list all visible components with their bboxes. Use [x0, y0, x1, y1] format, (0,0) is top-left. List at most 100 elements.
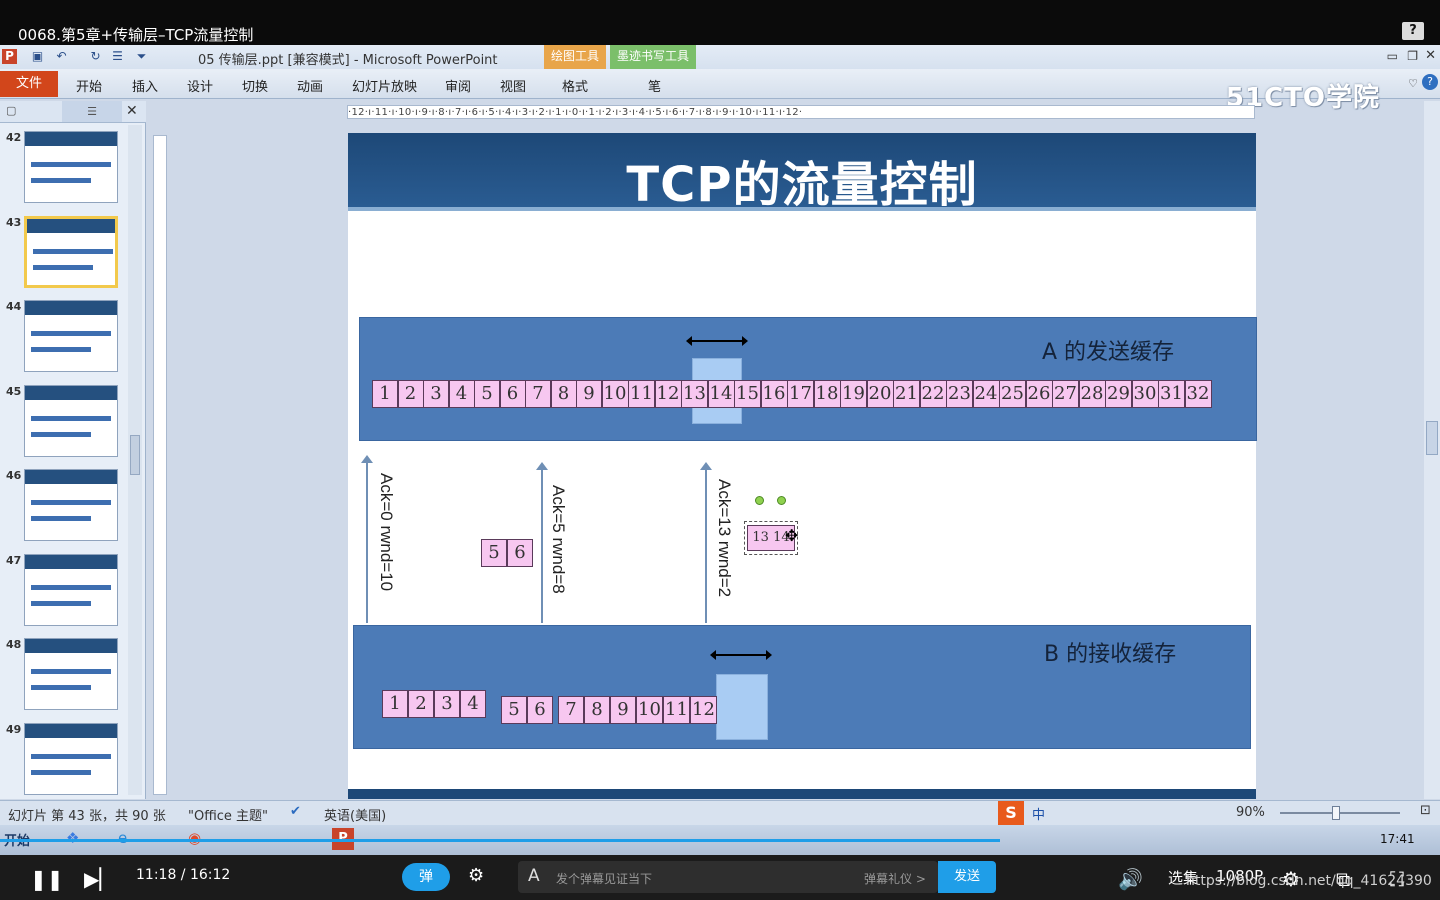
scrollbar-thumb[interactable]: [1426, 421, 1438, 455]
tab-home[interactable]: 开始: [76, 76, 102, 95]
thumbnail-content: [31, 669, 111, 674]
outline-tab-icon[interactable]: ☰: [62, 101, 122, 122]
restore-icon[interactable]: ❐: [1407, 49, 1418, 63]
danmu-toggle[interactable]: 弹: [402, 863, 450, 891]
close-icon[interactable]: ✕: [1425, 48, 1436, 63]
file-tab[interactable]: 文件: [0, 71, 58, 97]
ack-arrow-1: [361, 455, 373, 623]
vertical-scrollbar[interactable]: [1424, 101, 1440, 799]
fit-slide-icon[interactable]: ⊡: [1420, 803, 1431, 818]
slides-tab-icon[interactable]: ▢: [6, 104, 16, 117]
thumbnail-header: [25, 723, 117, 738]
receiver-buffer-panel: B 的接收缓存 1 2 3 4 5 6 7 8 9 10 11 12: [353, 625, 1251, 749]
slide-thumbnail[interactable]: [24, 131, 118, 203]
slide-thumbnail[interactable]: [24, 638, 118, 710]
zoom-slider-thumb[interactable]: [1332, 806, 1340, 820]
buffer-cell: 9: [610, 696, 636, 724]
ack-arrow-3: [700, 462, 712, 623]
selected-shape[interactable]: 13 14 ✥: [744, 496, 799, 555]
buffer-cell: 3: [423, 380, 449, 408]
minimize-icon[interactable]: ▭: [1387, 49, 1398, 63]
chinese-mode-icon[interactable]: 中: [1032, 804, 1045, 823]
buffer-cell: 22: [919, 380, 947, 408]
thumbnail-number: 45: [6, 384, 22, 398]
close-panel-icon[interactable]: ✕: [126, 103, 138, 119]
thumbnail-header: [27, 218, 115, 233]
scrollbar-thumb[interactable]: [130, 435, 140, 475]
tab-transitions[interactable]: 切换: [242, 76, 268, 95]
input-method-icon[interactable]: S: [998, 801, 1024, 825]
buffer-cell: 25: [999, 380, 1026, 408]
undo-icon[interactable]: ↶: [54, 49, 69, 64]
save-icon[interactable]: ▣: [30, 49, 45, 64]
slide-thumbnail[interactable]: [24, 553, 118, 626]
move-cursor-icon: ✥: [785, 526, 799, 545]
slide-thumbnail[interactable]: [24, 215, 118, 288]
tab-review[interactable]: 审阅: [445, 76, 471, 95]
zoom-slider[interactable]: [1280, 806, 1400, 820]
vertical-ruler: [153, 135, 167, 795]
tab-design[interactable]: 设计: [187, 76, 213, 95]
chrome-icon[interactable]: ◉: [188, 829, 201, 847]
thumbnail-header: [25, 470, 117, 484]
next-icon[interactable]: ▶▏: [84, 867, 115, 891]
danmu-input[interactable]: A 发个弹幕见证当下 弹幕礼仪 >: [518, 861, 938, 893]
thumbnail-scrollbar[interactable]: [128, 125, 142, 795]
redo-icon[interactable]: ↻: [88, 49, 103, 64]
powerpoint-window: P ▣ ↶ ↻ ☰ ⏷ 05 传输层.ppt [兼容模式] - Microsof…: [0, 45, 1440, 855]
buffer-cell: 20: [866, 380, 894, 408]
tab-format[interactable]: 格式: [562, 76, 588, 95]
spellcheck-icon[interactable]: ✔: [290, 804, 301, 819]
buffer-cell: 12: [654, 380, 682, 408]
quick-access-toolbar: P ▣ ↶ ↻ ☰ ⏷ 05 传输层.ppt [兼容模式] - Microsof…: [0, 45, 1440, 69]
powerpoint-app-icon[interactable]: P: [2, 49, 17, 64]
slide-thumbnail[interactable]: [24, 384, 118, 457]
tab-view[interactable]: 视图: [500, 76, 526, 95]
rotate-handle-icon[interactable]: [755, 496, 764, 505]
document-title: 05 传输层.ppt [兼容模式] - Microsoft PowerPoint: [198, 53, 498, 68]
tab-pen[interactable]: 笔: [648, 76, 661, 95]
slide-thumbnail[interactable]: [24, 300, 118, 372]
tab-insert[interactable]: 插入: [132, 76, 158, 95]
thumbnail-content: [31, 584, 111, 590]
panel-header: ▢ ☰ ✕: [0, 101, 146, 123]
slide-thumbnail[interactable]: [24, 469, 118, 541]
theme-name: "Office 主题": [188, 809, 269, 824]
zoom-level[interactable]: 90%: [1236, 805, 1265, 820]
slide-header: TCP的流量控制: [348, 133, 1256, 213]
customize-toolbar-icon[interactable]: ⏷: [134, 49, 149, 64]
buffer-cell: 4: [448, 380, 475, 408]
sender-buffer-panel: A 的发送缓存 1 2 3 4 5 6 7 8 9 10 11 12 13 14 15 16 17 18 19 20 2…: [359, 317, 1257, 441]
buffer-cell: 8: [550, 380, 577, 408]
app-icon[interactable]: ❖: [66, 829, 79, 847]
drawing-tools-tab[interactable]: 绘图工具: [544, 45, 606, 69]
danmu-etiquette-link[interactable]: 弹幕礼仪 >: [864, 870, 926, 887]
slide-canvas[interactable]: TCP的流量控制 A 的发送缓存 1 2 3 4 5 6 7 8 9 10 11 12 13 14 15 16…: [348, 133, 1257, 799]
buffer-cell: 21: [893, 380, 920, 408]
danmu-settings-icon[interactable]: ⚙: [468, 865, 484, 886]
tab-animations[interactable]: 动画: [297, 76, 323, 95]
danmu-style-icon[interactable]: A: [528, 866, 540, 886]
help-icon[interactable]: ?: [1402, 22, 1424, 40]
tab-slideshow[interactable]: 幻灯片放映: [352, 76, 417, 95]
video-progress-bar[interactable]: [0, 839, 1000, 842]
buffer-cell: 2: [408, 690, 434, 718]
rotate-handle-icon[interactable]: [777, 496, 786, 505]
ie-icon[interactable]: e: [118, 829, 127, 847]
ink-tools-tab[interactable]: 墨迹书写工具: [610, 45, 696, 69]
buffer-cell: 26: [1025, 380, 1053, 408]
thumbnail-content: [31, 347, 91, 352]
format-icon[interactable]: ☰: [110, 49, 125, 64]
thumbnail-content: [31, 769, 91, 775]
pause-icon[interactable]: ❚❚: [30, 867, 64, 891]
buffer-cell: 15: [734, 380, 761, 408]
thumbnail-number: 49: [6, 722, 22, 736]
thumbnail-header: [25, 639, 117, 653]
help-circle-icon[interactable]: ?: [1422, 74, 1438, 90]
slide-thumbnail[interactable]: [24, 722, 118, 795]
ribbon-collapse-icon[interactable]: ♡: [1408, 77, 1418, 90]
language[interactable]: 英语(美国): [324, 805, 386, 824]
buffer-cell: 12: [690, 696, 717, 724]
volume-icon[interactable]: 🔊: [1118, 867, 1143, 891]
send-danmu-button[interactable]: 发送: [938, 861, 996, 893]
